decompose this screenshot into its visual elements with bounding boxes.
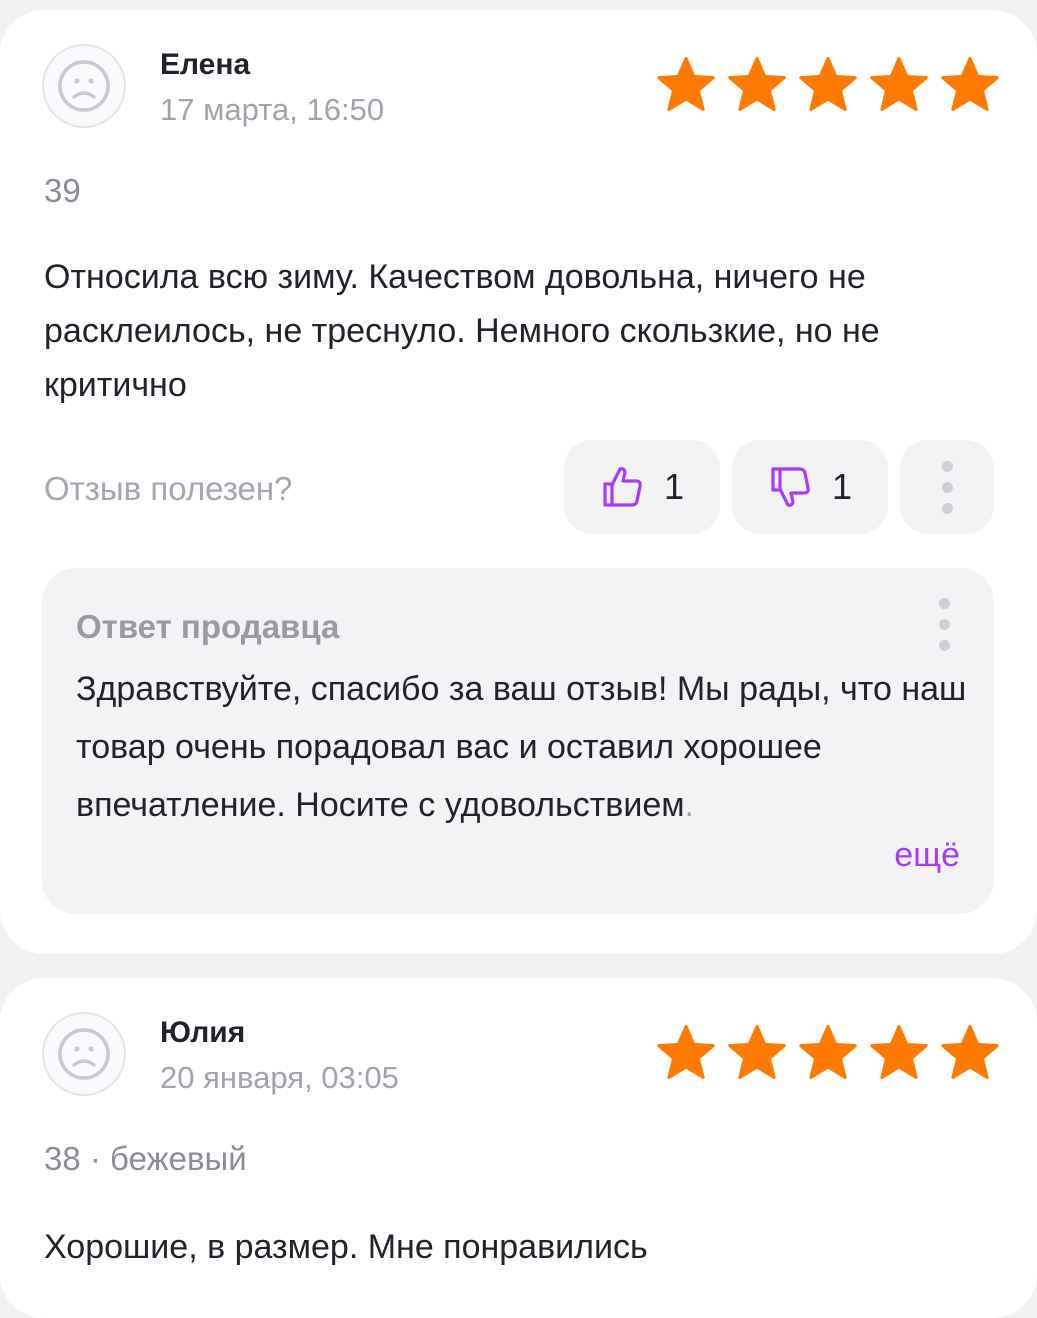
star-icon (657, 57, 715, 111)
sad-face-icon (58, 1028, 110, 1080)
review-date: 17 марта, 16:50 (160, 92, 385, 127)
star-icon (870, 57, 928, 111)
sad-face-icon (58, 60, 110, 112)
review-text: Хорошие, в размер. Мне понравились (44, 1228, 648, 1266)
review-meta: 38 · бежевый (44, 1140, 247, 1177)
seller-reply-text-faded: м. (661, 786, 695, 824)
dislike-button[interactable]: 1 (732, 440, 888, 534)
avatar (42, 44, 126, 128)
star-icon (941, 57, 999, 111)
star-icon (728, 1025, 786, 1079)
like-count: 1 (663, 466, 685, 507)
star-icon (799, 57, 857, 111)
review-card: Елена 17 марта, 16:50 39 Относила всю зи… (0, 10, 1037, 954)
review-meta: 39 (44, 172, 81, 209)
seller-reply-options-button[interactable] (924, 598, 964, 658)
rating-stars (655, 56, 1001, 114)
thumbs-up-icon (603, 467, 642, 507)
seller-reply-title: Ответ продавца (76, 608, 340, 645)
seller-reply-text-main: Здравствуйте, спасибо за ваш отзыв! Мы р… (76, 670, 967, 824)
star-icon (941, 1025, 999, 1079)
author-name: Елена (160, 48, 251, 81)
star-icon (657, 1025, 715, 1079)
review-text: Относила всю зиму. Качеством довольна, н… (44, 258, 880, 404)
avatar (42, 1012, 126, 1096)
like-button[interactable]: 1 (564, 440, 720, 534)
dislike-count: 1 (831, 466, 853, 507)
rating-stars (655, 1024, 1001, 1082)
more-vertical-icon (938, 598, 950, 651)
seller-reply-text: Здравствуйте, спасибо за ваш отзыв! Мы р… (76, 660, 976, 834)
more-vertical-icon (941, 460, 953, 514)
thumbs-down-icon (771, 467, 810, 507)
read-more-link[interactable]: ещё (894, 836, 960, 875)
review-card: Юлия 20 января, 03:05 38 · бежевый Хорош… (0, 978, 1037, 1318)
star-icon (728, 57, 786, 111)
seller-reply: Ответ продавца Здравствуйте, спасибо за … (42, 568, 994, 914)
author-name: Юлия (160, 1016, 246, 1049)
star-icon (870, 1025, 928, 1079)
review-options-button[interactable] (900, 440, 994, 534)
helpful-label: Отзыв полезен? (44, 470, 293, 507)
review-date: 20 января, 03:05 (160, 1060, 399, 1095)
star-icon (799, 1025, 857, 1079)
